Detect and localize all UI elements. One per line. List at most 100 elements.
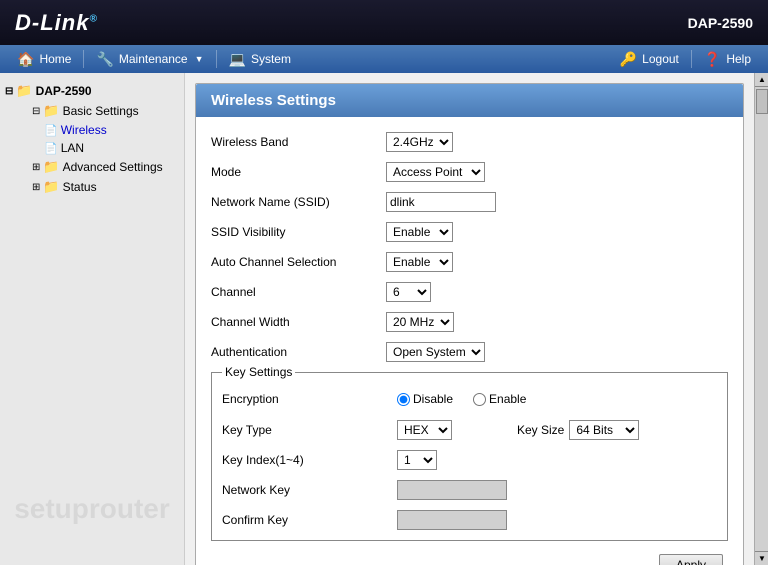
expand-basic-icon: ⊟ — [32, 106, 40, 117]
lan-label: LAN — [61, 141, 84, 155]
key-type-and-size: HEX ASCII Key Size 64 Bits 128 Bits — [397, 420, 639, 440]
scrollbar[interactable]: ▲ ▼ — [754, 73, 768, 565]
encryption-radio-group: Disable Enable — [397, 388, 526, 410]
key-index-row: Key Index(1~4) 1234 — [222, 445, 717, 475]
dlink-logo: D-Link® — [15, 10, 98, 36]
watermark: setuprouter — [10, 493, 174, 525]
sidebar-item-wireless[interactable]: 📄 Wireless — [29, 121, 179, 139]
sidebar-item-status[interactable]: ⊞ 📁 Status — [17, 177, 179, 197]
authentication-label: Authentication — [211, 345, 386, 359]
encryption-disable-label: Disable — [413, 392, 453, 406]
auto-channel-select[interactable]: Enable Disable — [386, 252, 453, 272]
scroll-down-button[interactable]: ▼ — [755, 551, 768, 565]
nav-maintenance-label: Maintenance — [119, 52, 188, 66]
channel-width-row: Channel Width 20 MHz 40 MHz — [211, 307, 728, 337]
mode-select[interactable]: Access Point WDS WDS with AP — [386, 162, 485, 182]
key-size-label: Key Size — [517, 423, 564, 437]
confirm-key-label: Confirm Key — [222, 513, 397, 527]
nav-maintenance[interactable]: 🔧 Maintenance ▼ — [84, 45, 215, 73]
mode-control: Access Point WDS WDS with AP — [386, 162, 485, 182]
authentication-row: Authentication Open System Shared Key WP… — [211, 337, 728, 367]
nav-help[interactable]: ❓ Help — [692, 45, 763, 73]
network-key-input[interactable] — [397, 480, 507, 500]
channel-width-select[interactable]: 20 MHz 40 MHz — [386, 312, 454, 332]
channel-width-label: Channel Width — [211, 315, 386, 329]
sidebar-tree: ⊟ 📁 Basic Settings 📄 Wireless 📄 LAN ⊞ 📁 … — [5, 101, 179, 197]
maintenance-icon: 🔧 — [96, 51, 113, 68]
help-icon: ❓ — [704, 51, 721, 68]
network-key-label: Network Key — [222, 483, 397, 497]
encryption-enable-radio[interactable] — [473, 393, 486, 406]
key-type-select[interactable]: HEX ASCII — [397, 420, 452, 440]
sidebar: ⊟ 📁 DAP-2590 ⊟ 📁 Basic Settings 📄 Wirele… — [0, 73, 185, 565]
nav-system-label: System — [251, 52, 291, 66]
key-settings-box: Key Settings Encryption Disable — [211, 372, 728, 541]
panel-title: Wireless Settings — [211, 92, 336, 109]
nav-logout-label: Logout — [642, 52, 679, 66]
confirm-key-input[interactable] — [397, 510, 507, 530]
key-settings-legend: Key Settings — [222, 365, 295, 379]
expand-icon: ⊟ — [5, 86, 13, 97]
ssid-visibility-label: SSID Visibility — [211, 225, 386, 239]
nav-home[interactable]: 🏠 Home — [5, 45, 83, 73]
sidebar-item-advanced-settings[interactable]: ⊞ 📁 Advanced Settings — [17, 157, 179, 177]
sidebar-root-label: DAP-2590 — [36, 84, 92, 98]
nav-logout[interactable]: 🔑 Logout — [608, 45, 691, 73]
ssid-visibility-control: Enable Disable — [386, 222, 453, 242]
encryption-row: Encryption Disable Enable — [222, 383, 717, 415]
channel-control: 12345 67891011 — [386, 282, 431, 302]
apply-button[interactable]: Apply — [659, 554, 723, 565]
scroll-up-button[interactable]: ▲ — [755, 73, 768, 87]
settings-panel: Wireless Settings Wireless Band 2.4GHz 5… — [195, 83, 744, 565]
advanced-settings-folder-icon: 📁 — [43, 159, 59, 175]
channel-label: Channel — [211, 285, 386, 299]
sidebar-root[interactable]: ⊟ 📁 DAP-2590 — [5, 81, 179, 101]
sidebar-item-lan[interactable]: 📄 LAN — [29, 139, 179, 157]
key-type-label: Key Type — [222, 423, 397, 437]
ssid-visibility-row: SSID Visibility Enable Disable — [211, 217, 728, 247]
wireless-band-control: 2.4GHz 5GHz — [386, 132, 453, 152]
ssid-visibility-select[interactable]: Enable Disable — [386, 222, 453, 242]
channel-select[interactable]: 12345 67891011 — [386, 282, 431, 302]
ssid-input[interactable] — [386, 192, 496, 212]
status-label: Status — [63, 180, 97, 194]
root-folder-icon: 📁 — [16, 83, 32, 99]
wireless-band-row: Wireless Band 2.4GHz 5GHz — [211, 127, 728, 157]
mode-label: Mode — [211, 165, 386, 179]
home-icon: 🏠 — [17, 51, 34, 68]
navbar: 🏠 Home 🔧 Maintenance ▼ 💻 System 🔑 Logout… — [0, 45, 768, 73]
sidebar-item-basic-settings[interactable]: ⊟ 📁 Basic Settings — [17, 101, 179, 121]
encryption-disable-radio[interactable] — [397, 393, 410, 406]
main-layout: ⊟ 📁 DAP-2590 ⊟ 📁 Basic Settings 📄 Wirele… — [0, 73, 768, 565]
registered-mark: ® — [89, 13, 97, 24]
basic-settings-children: 📄 Wireless 📄 LAN — [17, 121, 179, 157]
wireless-band-select[interactable]: 2.4GHz 5GHz — [386, 132, 453, 152]
confirm-key-row: Confirm Key — [222, 505, 717, 535]
key-size-select[interactable]: 64 Bits 128 Bits — [569, 420, 639, 440]
model-name: DAP-2590 — [688, 15, 753, 31]
key-index-label: Key Index(1~4) — [222, 453, 397, 467]
nav-system[interactable]: 💻 System — [217, 45, 303, 73]
channel-width-control: 20 MHz 40 MHz — [386, 312, 454, 332]
mode-row: Mode Access Point WDS WDS with AP — [211, 157, 728, 187]
encryption-disable-group[interactable]: Disable — [397, 392, 453, 406]
panel-body: Wireless Band 2.4GHz 5GHz Mode Access Po… — [196, 117, 743, 565]
expand-advanced-icon: ⊞ — [32, 162, 40, 173]
apply-row: Apply — [211, 546, 728, 565]
authentication-control: Open System Shared Key WPA WPA2 — [386, 342, 485, 362]
network-key-row: Network Key — [222, 475, 717, 505]
encryption-enable-group[interactable]: Enable — [473, 392, 526, 406]
ssid-row: Network Name (SSID) — [211, 187, 728, 217]
lan-file-icon: 📄 — [44, 142, 58, 155]
key-settings-content: Encryption Disable Enable — [222, 383, 717, 535]
auto-channel-row: Auto Channel Selection Enable Disable — [211, 247, 728, 277]
panel-header: Wireless Settings — [196, 84, 743, 117]
authentication-select[interactable]: Open System Shared Key WPA WPA2 — [386, 342, 485, 362]
expand-status-icon: ⊞ — [32, 182, 40, 193]
system-icon: 💻 — [229, 51, 246, 68]
logout-icon: 🔑 — [620, 51, 637, 68]
scroll-thumb[interactable] — [756, 89, 768, 114]
encryption-label: Encryption — [222, 392, 397, 406]
advanced-settings-label: Advanced Settings — [63, 160, 163, 174]
key-index-select[interactable]: 1234 — [397, 450, 437, 470]
